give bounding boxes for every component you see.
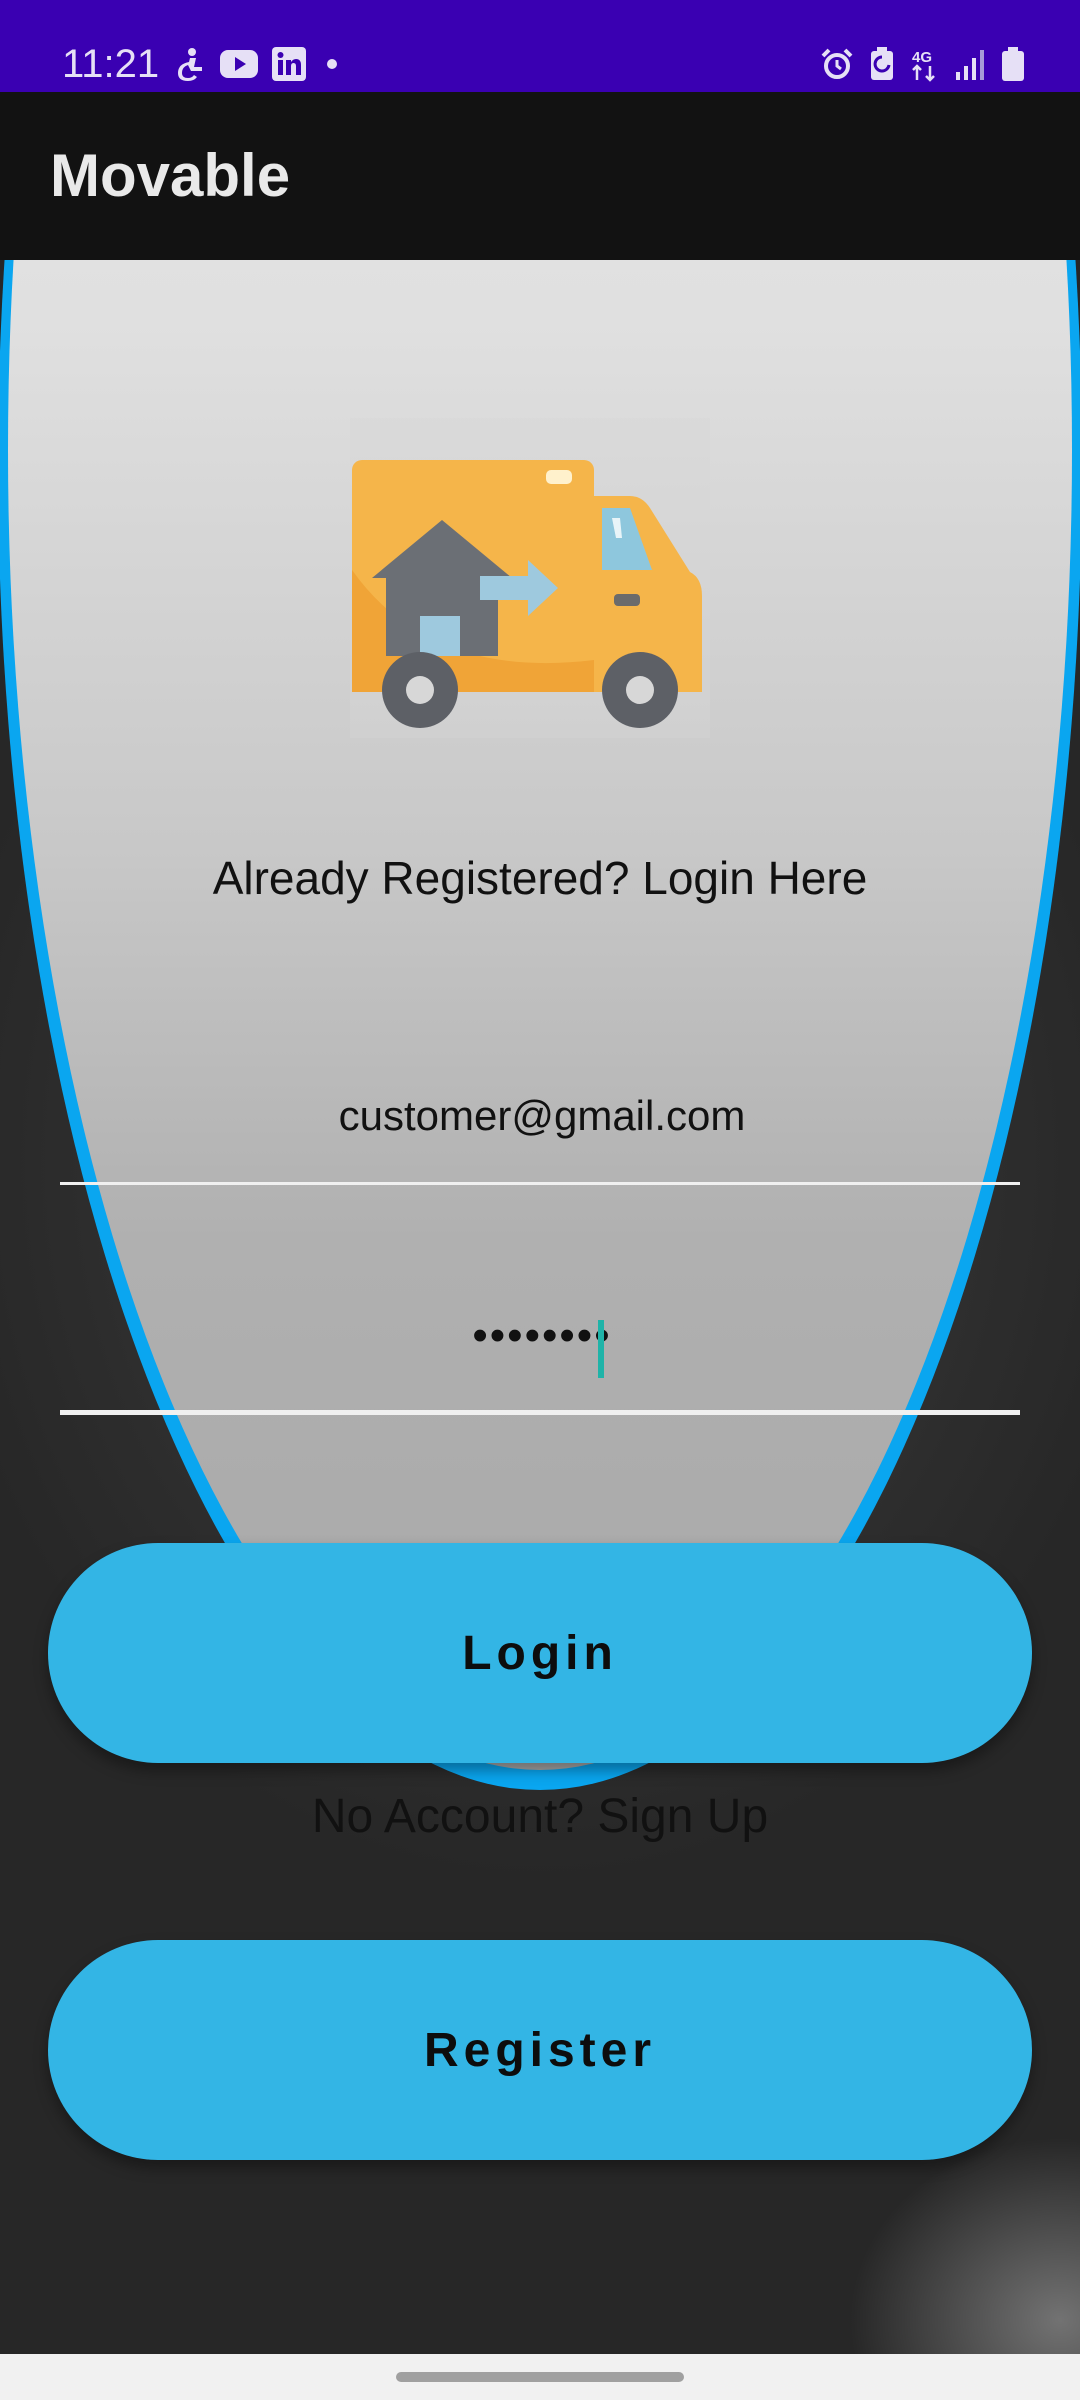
accessibility-icon xyxy=(178,48,202,81)
login-button[interactable]: Login xyxy=(48,1543,1032,1763)
status-right-icons: 4G xyxy=(820,44,1024,84)
status-left-icons xyxy=(176,44,344,84)
alarm-icon xyxy=(821,48,853,79)
battery-saver-icon xyxy=(871,47,893,80)
network-label: 4G xyxy=(912,49,932,66)
password-field[interactable] xyxy=(60,1280,1024,1392)
password-underline xyxy=(60,1410,1020,1415)
app-bar: Movable xyxy=(0,92,1080,260)
battery-icon xyxy=(1002,47,1024,81)
login-screen: Already Registered? Login Here Login No … xyxy=(0,260,1080,2354)
email-field[interactable] xyxy=(60,1060,1024,1172)
home-gesture-handle[interactable] xyxy=(396,2372,684,2382)
moving-truck-icon xyxy=(350,418,710,738)
navigation-bar xyxy=(0,2354,1080,2400)
dot-icon xyxy=(327,59,337,69)
linkedin-icon xyxy=(272,47,306,81)
app-title: Movable xyxy=(50,142,291,209)
text-cursor xyxy=(598,1320,604,1378)
status-bar: 11:21 4G xyxy=(0,0,1080,92)
signal-icon xyxy=(956,50,984,80)
signup-prompt: No Account? Sign Up xyxy=(311,1790,769,1843)
email-underline xyxy=(60,1182,1020,1185)
status-time: 11:21 xyxy=(62,42,160,86)
login-heading: Already Registered? Login Here xyxy=(212,852,868,904)
youtube-icon xyxy=(220,50,258,78)
4g-data-icon: 4G xyxy=(912,49,935,82)
register-button[interactable]: Register xyxy=(48,1940,1032,2160)
